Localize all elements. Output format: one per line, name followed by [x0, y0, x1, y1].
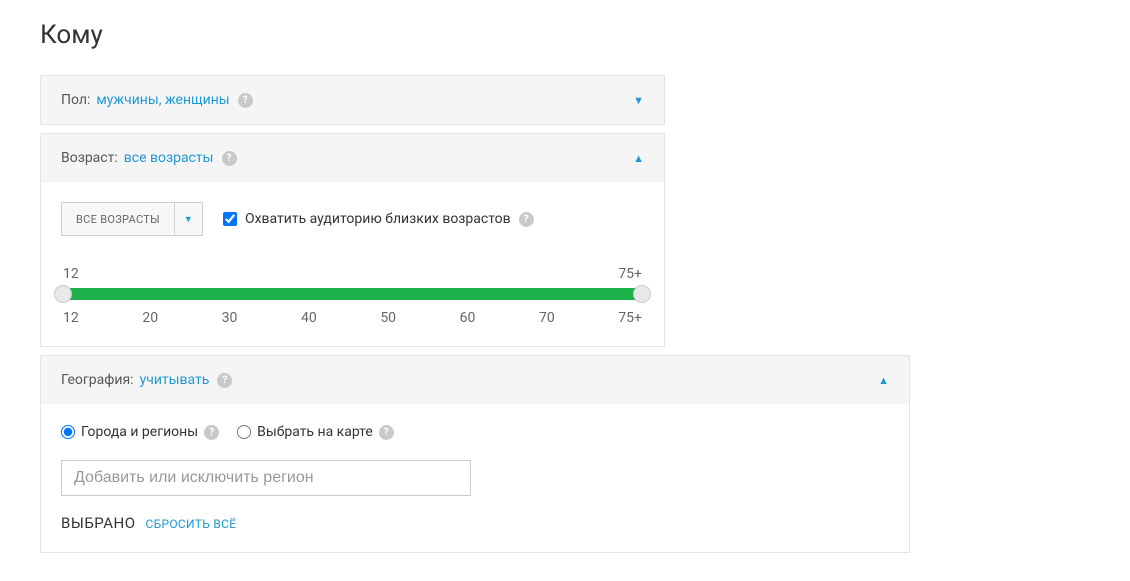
age-select-text: ВСЕ ВОЗРАСТЫ — [62, 213, 174, 226]
geo-value: учитывать — [140, 372, 210, 388]
tick: 70 — [539, 310, 555, 326]
gender-label: Пол: — [61, 92, 90, 108]
panel-age-header[interactable]: Возраст: все возрасты ? ▲ — [41, 134, 664, 182]
slider-min-label: 12 — [63, 266, 79, 282]
panel-geography: География: учитывать ? ▲ Города и регион… — [40, 355, 910, 553]
panel-age-body: ВСЕ ВОЗРАСТЫ ▼ Охватить аудиторию близки… — [41, 182, 664, 346]
reset-all-link[interactable]: СБРОСИТЬ ВСЁ — [146, 517, 237, 531]
help-icon[interactable]: ? — [519, 212, 534, 227]
geo-label: География: — [61, 372, 134, 388]
radio-input[interactable] — [237, 425, 251, 439]
gender-value: мужчины, женщины — [96, 92, 229, 108]
slider-ticks: 12 20 30 40 50 60 70 75+ — [63, 310, 642, 326]
tick: 30 — [222, 310, 238, 326]
age-slider: 12 75+ 12 20 30 40 50 60 70 75+ — [61, 266, 644, 326]
chevron-down-icon: ▼ — [174, 203, 202, 235]
checkbox-label: Охватить аудиторию близких возрастов — [245, 211, 511, 227]
help-icon[interactable]: ? — [204, 425, 219, 440]
chevron-up-icon: ▲ — [633, 152, 644, 165]
radio-input[interactable] — [61, 425, 75, 439]
radio-cities[interactable]: Города и регионы ? — [61, 424, 219, 440]
tick: 75+ — [618, 310, 642, 326]
region-input[interactable] — [61, 460, 471, 496]
panel-geo-header[interactable]: География: учитывать ? ▲ — [41, 356, 909, 404]
tick: 20 — [142, 310, 158, 326]
tick: 60 — [460, 310, 476, 326]
page-title: Кому — [40, 20, 1090, 50]
help-icon[interactable]: ? — [238, 93, 253, 108]
radio-map[interactable]: Выбрать на карте ? — [237, 424, 394, 440]
checkbox-input[interactable] — [223, 212, 237, 226]
panel-geo-body: Города и регионы ? Выбрать на карте ? ВЫ… — [41, 404, 909, 552]
panel-age: Возраст: все возрасты ? ▲ ВСЕ ВОЗРАСТЫ ▼… — [40, 133, 665, 347]
chevron-down-icon: ▼ — [633, 94, 644, 107]
slider-track[interactable] — [63, 288, 642, 300]
help-icon[interactable]: ? — [222, 151, 237, 166]
radio-label: Города и регионы — [81, 424, 198, 440]
nearby-ages-checkbox[interactable]: Охватить аудиторию близких возрастов ? — [223, 211, 534, 227]
help-icon[interactable]: ? — [217, 373, 232, 388]
help-icon[interactable]: ? — [379, 425, 394, 440]
slider-handle-max[interactable] — [633, 285, 651, 303]
chevron-up-icon: ▲ — [878, 374, 889, 387]
tick: 12 — [63, 310, 79, 326]
panel-gender: Пол: мужчины, женщины ? ▼ — [40, 75, 665, 125]
tick: 40 — [301, 310, 317, 326]
tick: 50 — [380, 310, 396, 326]
selected-label: ВЫБРАНО — [61, 514, 136, 532]
age-value: все возрасты — [124, 150, 214, 166]
radio-label: Выбрать на карте — [257, 424, 373, 440]
slider-max-label: 75+ — [618, 266, 642, 282]
panel-gender-header[interactable]: Пол: мужчины, женщины ? ▼ — [41, 76, 664, 124]
slider-handle-min[interactable] — [54, 285, 72, 303]
age-select[interactable]: ВСЕ ВОЗРАСТЫ ▼ — [61, 202, 203, 236]
age-label: Возраст: — [61, 150, 118, 166]
